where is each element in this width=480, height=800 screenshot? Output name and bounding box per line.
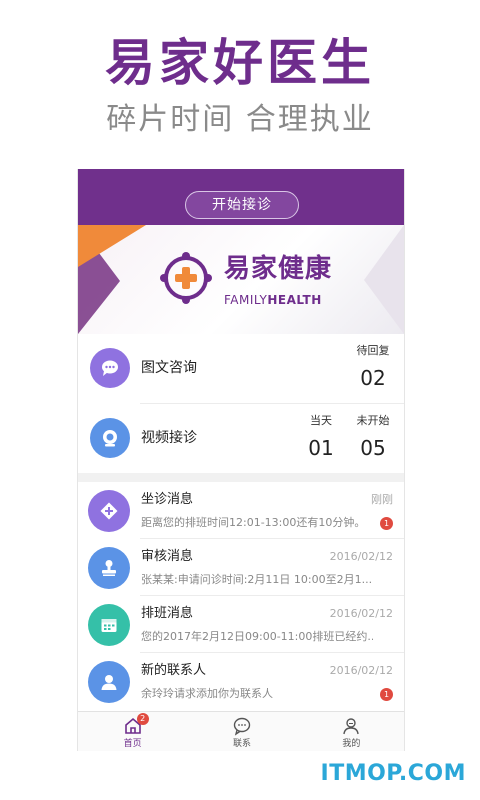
pending-caption: 待回复	[356, 344, 390, 357]
profile-icon	[343, 718, 360, 735]
person-icon	[88, 661, 130, 703]
message-title: 审核消息	[141, 549, 194, 564]
message-time: 2016/02/12	[329, 664, 393, 677]
tab-label: 我的	[342, 739, 361, 749]
family-health-logo-icon	[160, 252, 212, 304]
section-gap	[78, 473, 404, 482]
pending-value: 02	[360, 366, 386, 390]
promo-headline: 易家好医生	[105, 34, 375, 92]
chat-bubble-icon	[90, 348, 130, 388]
logo-text-en-b: HEALTH	[267, 293, 322, 307]
calendar-icon	[88, 604, 130, 646]
message-item-review[interactable]: 审核消息 2016/02/12 张某某:申请问诊时间:2月11日 10:00至2…	[78, 539, 404, 596]
banner-decoration	[364, 225, 404, 334]
message-time: 刚刚	[371, 493, 393, 506]
tab-label: 首页	[123, 739, 142, 749]
pending-reply-count: 待回复 02	[349, 344, 397, 392]
chat-icon	[233, 717, 251, 736]
camera-icon	[90, 418, 130, 458]
site-watermark: ITMOP.COM	[320, 761, 466, 786]
diamond-plus-icon	[88, 490, 130, 532]
message-title: 坐诊消息	[141, 492, 194, 507]
message-time: 2016/02/12	[329, 550, 393, 563]
message-preview: 距离您的排班时间12:01-13:00还有10分钟。	[141, 516, 366, 529]
image-text-consult-row[interactable]: 图文咨询 待回复 02	[78, 334, 404, 403]
video-label: 视频接诊	[141, 430, 197, 446]
today-value: 01	[308, 436, 334, 460]
consult-label: 图文咨询	[141, 360, 197, 376]
unread-badge: 1	[380, 688, 393, 701]
logo-text-en: FAMILYHEALTH	[224, 293, 322, 307]
start-consultation-button[interactable]: 开始接诊	[185, 191, 299, 219]
message-title: 新的联系人	[141, 663, 207, 678]
message-preview: 您的2017年2月12日09:00-11:00排班已经约...	[141, 630, 373, 643]
tab-profile[interactable]: 我的	[297, 712, 404, 751]
logo-text-en-a: FAMILY	[224, 293, 268, 307]
message-item-schedule[interactable]: 排班消息 2016/02/12 您的2017年2月12日09:00-11:00排…	[78, 596, 404, 653]
not-started-count: 未开始 05	[349, 414, 397, 462]
brand-banner: 易家健康 FAMILYHEALTH	[78, 225, 404, 334]
message-title: 排班消息	[141, 606, 194, 621]
not-started-value: 05	[360, 436, 386, 460]
message-list: 坐诊消息 刚刚 距离您的排班时间12:01-13:00还有10分钟。 1 审核消…	[78, 482, 404, 711]
message-time: 2016/02/12	[329, 607, 393, 620]
banner-decoration	[78, 225, 146, 267]
message-item-new-contact[interactable]: 新的联系人 2016/02/12 余玲玲请求添加你为联系人 1	[78, 653, 404, 710]
promo-subline: 碎片时间 合理执业	[106, 102, 374, 137]
message-preview: 余玲玲请求添加你为联系人	[141, 687, 273, 700]
unread-badge: 1	[380, 517, 393, 530]
not-started-caption: 未开始	[356, 414, 390, 427]
tab-badge: 2	[136, 713, 149, 725]
bottom-tab-bar: 2 首页 联系 我的	[78, 711, 404, 751]
tab-label: 联系	[232, 739, 251, 749]
tab-home[interactable]: 2 首页	[78, 712, 187, 751]
message-item-clinic[interactable]: 坐诊消息 刚刚 距离您的排班时间12:01-13:00还有10分钟。 1	[78, 482, 404, 539]
video-consult-row[interactable]: 视频接诊 当天 01 未开始 05	[90, 403, 404, 472]
message-preview: 张某某:申请问诊时间:2月11日 10:00至2月1...	[141, 573, 373, 586]
today-caption: 当天	[310, 414, 332, 427]
tab-contacts[interactable]: 联系	[187, 712, 296, 751]
top-bar: 开始接诊	[78, 169, 404, 225]
stamp-icon	[88, 547, 130, 589]
logo-text-cn: 易家健康	[224, 254, 333, 284]
consultation-stats: 图文咨询 待回复 02 视频接诊 当天 01 未开始 05	[78, 334, 404, 473]
today-count: 当天 01	[301, 414, 341, 462]
app-screen: 开始接诊 易家健康 FAMILYHEALTH 图文咨询 待回复 02 视频接诊 …	[77, 169, 405, 751]
